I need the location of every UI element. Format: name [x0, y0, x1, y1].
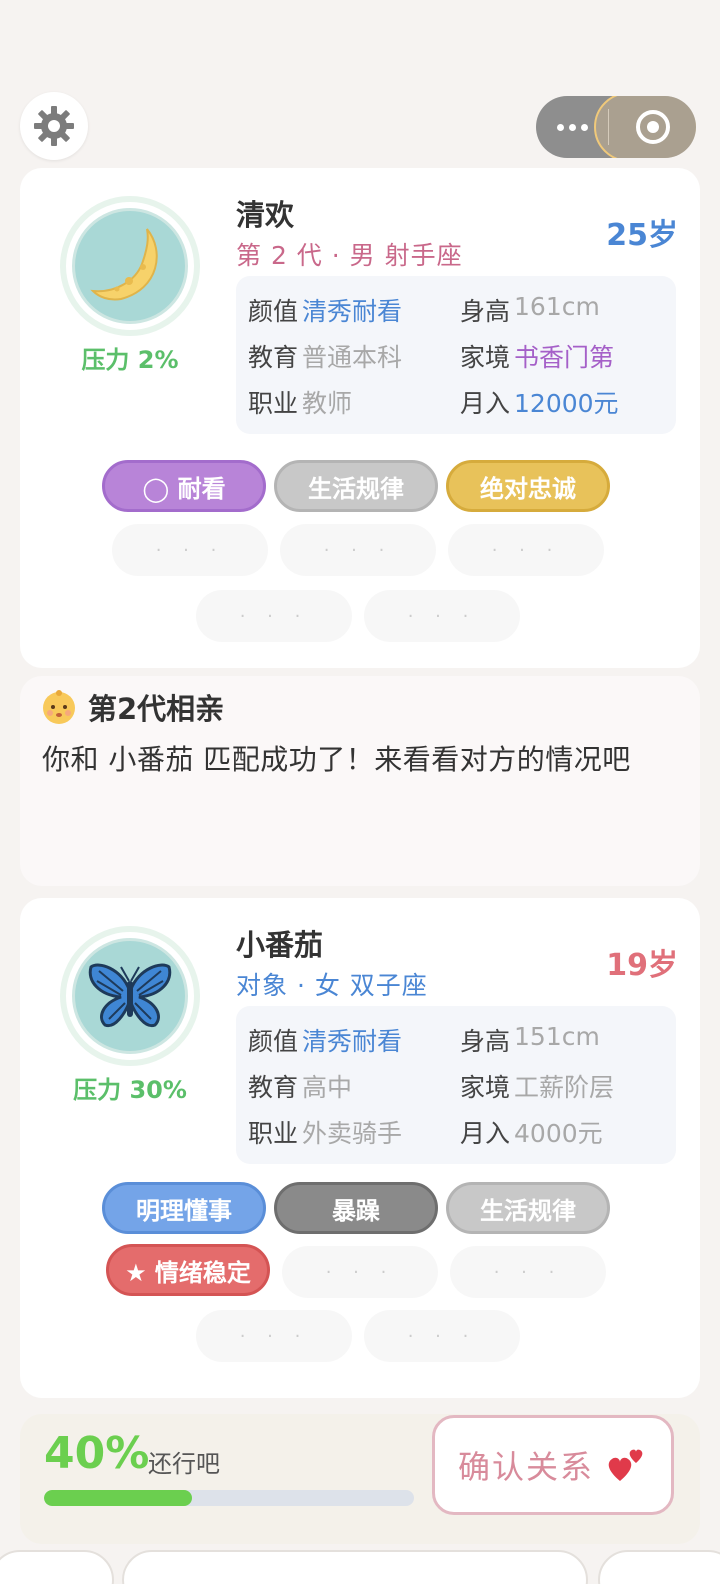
bottom-nav-center[interactable] — [122, 1550, 588, 1584]
affinity-card: 40% 还行吧 确认关系 — [20, 1414, 700, 1544]
empty-tag-slot: · · · — [448, 524, 604, 576]
mini-program-capsule — [536, 96, 696, 158]
player-info-panel: 颜值 清秀耐看 身高 161cm 教育 普通本科 家境 书香门第 职业 教师 月入 1200… — [236, 276, 676, 434]
confirm-label: 确认关系 — [457, 1448, 594, 1486]
empty-tag-slot: · · · — [280, 524, 436, 576]
partner-income: 月入 4000元 — [460, 1119, 603, 1148]
partner-tag[interactable]: 明理懂事 — [102, 1182, 266, 1234]
empty-tag-slot: · · · — [196, 590, 352, 642]
baby-face-icon — [43, 690, 75, 724]
hearts-icon — [608, 1449, 643, 1481]
partner-name: 小番茄 — [236, 928, 324, 962]
partner-avatar-ring — [60, 926, 200, 1066]
affinity-progress-fill — [44, 1490, 192, 1506]
player-education: 教育 普通本科 — [248, 343, 403, 372]
player-age: 25岁 — [606, 218, 678, 253]
partner-job: 职业 外卖骑手 — [248, 1119, 403, 1148]
match-title: 第2代相亲 — [40, 686, 224, 728]
empty-tag-slot: · · · — [112, 524, 268, 576]
empty-tag-slot: · · · — [196, 1310, 352, 1362]
match-title-text: 第2代相亲 — [88, 692, 225, 726]
player-job: 职业 教师 — [248, 389, 353, 418]
partner-info-panel: 颜值 清秀耐看 身高 151cm 教育 高中 家境 工薪阶层 职业 外卖骑手 月入 4000… — [236, 1006, 676, 1164]
crescent-moon-icon — [90, 228, 158, 301]
player-looks: 颜值 清秀耐看 — [248, 297, 403, 326]
player-card: 压力 2% 清欢 第 2 代 · 男 射手座 25岁 颜值 清秀耐看 身高 161c… — [20, 168, 700, 668]
player-pressure: 压力 2% — [81, 346, 179, 374]
match-message-card: 第2代相亲 你和 小番茄 匹配成功了！来看看对方的情况吧 — [20, 676, 700, 886]
partner-family: 家境 工薪阶层 — [460, 1073, 615, 1102]
settings-button[interactable] — [20, 92, 88, 160]
confirm-relationship-button[interactable]: 确认关系 — [432, 1415, 674, 1515]
match-message: 你和 小番茄 匹配成功了！来看看对方的情况吧 — [42, 743, 631, 776]
empty-tag-slot: · · · — [282, 1246, 438, 1298]
partner-height: 身高 151cm — [460, 1022, 600, 1056]
partner-education: 教育 高中 — [248, 1073, 353, 1102]
partner-tag[interactable]: 暴躁 — [274, 1182, 438, 1234]
empty-tag-slot: · · · — [450, 1246, 606, 1298]
gear-icon — [34, 106, 74, 146]
avatar — [72, 208, 188, 324]
player-tag[interactable]: 绝对忠诚 — [446, 460, 610, 512]
affinity-progress-bar — [44, 1490, 414, 1506]
avatar — [72, 938, 188, 1054]
empty-tag-slot: · · · — [364, 1310, 520, 1362]
partner-tag[interactable]: ★ 情绪稳定 — [106, 1244, 270, 1296]
capsule-close-button[interactable] — [594, 96, 696, 158]
player-family: 家境 书香门第 — [460, 343, 615, 372]
partner-looks: 颜值 清秀耐看 — [248, 1027, 403, 1056]
bottom-nav-right[interactable] — [598, 1550, 720, 1584]
butterfly-icon — [88, 963, 172, 1028]
player-income: 月入 12000元 — [460, 389, 619, 418]
target-circle-icon — [635, 110, 670, 144]
player-tag[interactable]: ◯ 耐看 — [102, 460, 266, 512]
affinity-note: 还行吧 — [148, 1450, 220, 1478]
partner-card: 压力 30% 小番茄 对象 · 女 双子座 19岁 颜值 清秀耐看 身高 151cm… — [20, 898, 700, 1398]
empty-tag-slot: · · · — [364, 590, 520, 642]
partner-age: 19岁 — [606, 948, 678, 983]
partner-tag[interactable]: 生活规律 — [446, 1182, 610, 1234]
player-name: 清欢 — [236, 198, 295, 232]
player-height: 身高 161cm — [460, 292, 600, 326]
player-avatar-ring — [60, 196, 200, 336]
affinity-percent: 40% — [44, 1428, 150, 1479]
partner-pressure: 压力 30% — [73, 1076, 187, 1104]
bottom-nav-left[interactable] — [0, 1550, 114, 1584]
player-tag[interactable]: 生活规律 — [274, 460, 438, 512]
partner-subtitle: 对象 · 女 双子座 — [236, 971, 428, 1000]
player-subtitle: 第 2 代 · 男 射手座 — [236, 241, 463, 270]
